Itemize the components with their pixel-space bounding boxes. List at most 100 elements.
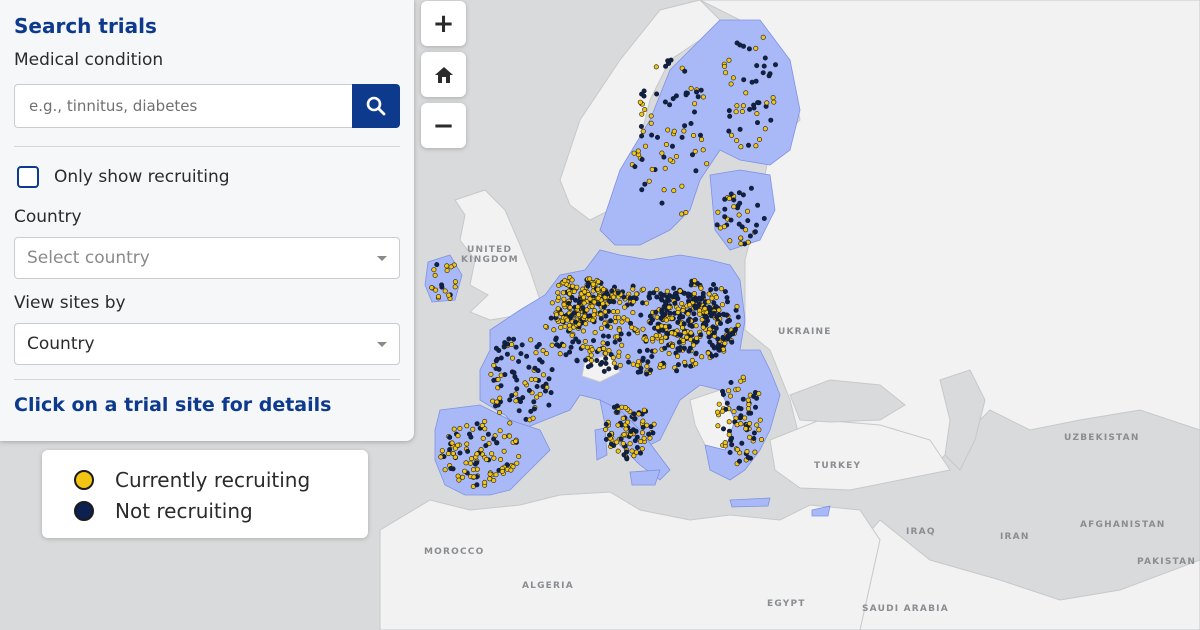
trial-site-marker[interactable] bbox=[553, 337, 559, 343]
trial-site-marker[interactable] bbox=[648, 113, 654, 119]
home-button[interactable] bbox=[421, 52, 466, 97]
trial-site-marker[interactable] bbox=[738, 241, 744, 247]
trial-site-marker[interactable] bbox=[472, 461, 478, 467]
trial-site-marker[interactable] bbox=[448, 264, 454, 270]
trial-site-marker[interactable] bbox=[746, 410, 752, 416]
trial-site-marker[interactable] bbox=[744, 448, 750, 454]
trial-site-marker[interactable] bbox=[627, 295, 633, 301]
trial-site-marker[interactable] bbox=[464, 423, 470, 429]
trial-site-marker[interactable] bbox=[644, 363, 650, 369]
trial-site-marker[interactable] bbox=[637, 348, 643, 354]
trial-site-marker[interactable] bbox=[640, 128, 646, 134]
trial-site-marker[interactable] bbox=[675, 319, 681, 325]
trial-site-marker[interactable] bbox=[623, 405, 629, 411]
trial-site-marker[interactable] bbox=[727, 113, 733, 119]
trial-site-marker[interactable] bbox=[698, 332, 704, 338]
trial-site-marker[interactable] bbox=[649, 166, 655, 172]
trial-site-marker[interactable] bbox=[561, 302, 567, 308]
trial-site-marker[interactable] bbox=[705, 350, 711, 356]
trial-site-marker[interactable] bbox=[451, 426, 457, 432]
trial-site-marker[interactable] bbox=[662, 99, 668, 105]
trial-site-marker[interactable] bbox=[634, 444, 640, 450]
trial-site-marker[interactable] bbox=[674, 294, 680, 300]
trial-site-marker[interactable] bbox=[455, 442, 461, 448]
trial-site-marker[interactable] bbox=[595, 295, 601, 301]
trial-site-marker[interactable] bbox=[679, 301, 685, 307]
trial-site-marker[interactable] bbox=[645, 359, 651, 365]
trial-site-marker[interactable] bbox=[474, 451, 480, 457]
trial-site-marker[interactable] bbox=[648, 120, 654, 126]
trial-site-marker[interactable] bbox=[644, 347, 650, 353]
trial-site-marker[interactable] bbox=[691, 133, 697, 139]
trial-site-marker[interactable] bbox=[720, 391, 726, 397]
trial-site-marker[interactable] bbox=[722, 440, 728, 446]
trial-site-marker[interactable] bbox=[698, 285, 704, 291]
trial-site-marker[interactable] bbox=[497, 409, 503, 415]
trial-site-marker[interactable] bbox=[685, 311, 691, 317]
trial-site-marker[interactable] bbox=[646, 295, 652, 301]
trial-site-marker[interactable] bbox=[583, 321, 589, 327]
trial-site-marker[interactable] bbox=[702, 306, 708, 312]
trial-site-marker[interactable] bbox=[497, 395, 503, 401]
trial-site-marker[interactable] bbox=[463, 460, 469, 466]
trial-site-marker[interactable] bbox=[483, 456, 489, 462]
trial-site-marker[interactable] bbox=[568, 313, 574, 319]
trial-site-marker[interactable] bbox=[516, 358, 522, 364]
trial-site-marker[interactable] bbox=[492, 403, 498, 409]
trial-site-marker[interactable] bbox=[591, 299, 597, 305]
medical-condition-input[interactable] bbox=[14, 84, 352, 128]
trial-site-marker[interactable] bbox=[644, 300, 650, 306]
trial-site-marker[interactable] bbox=[693, 168, 699, 174]
trial-site-marker[interactable] bbox=[689, 357, 695, 363]
trial-site-marker[interactable] bbox=[667, 102, 673, 108]
trial-site-marker[interactable] bbox=[652, 348, 658, 354]
trial-site-marker[interactable] bbox=[644, 371, 650, 377]
trial-site-marker[interactable] bbox=[543, 323, 549, 329]
trial-site-marker[interactable] bbox=[752, 404, 758, 410]
trial-site-marker[interactable] bbox=[754, 395, 760, 401]
trial-site-marker[interactable] bbox=[447, 434, 453, 440]
trial-site-marker[interactable] bbox=[602, 426, 608, 432]
trial-site-marker[interactable] bbox=[442, 467, 448, 473]
trial-site-marker[interactable] bbox=[518, 351, 524, 357]
trial-site-marker[interactable] bbox=[679, 134, 685, 140]
trial-site-marker[interactable] bbox=[633, 449, 639, 455]
trial-site-marker[interactable] bbox=[460, 474, 466, 480]
trial-site-marker[interactable] bbox=[607, 298, 613, 304]
trial-site-marker[interactable] bbox=[713, 294, 719, 300]
trial-site-marker[interactable] bbox=[713, 286, 719, 292]
trial-site-marker[interactable] bbox=[639, 157, 645, 163]
trial-site-marker[interactable] bbox=[620, 440, 626, 446]
trial-site-marker[interactable] bbox=[587, 296, 593, 302]
trial-site-marker[interactable] bbox=[569, 332, 575, 338]
trial-site-marker[interactable] bbox=[705, 299, 711, 305]
trial-site-marker[interactable] bbox=[692, 101, 698, 107]
trial-site-marker[interactable] bbox=[716, 312, 722, 318]
trial-site-marker[interactable] bbox=[754, 111, 760, 117]
trial-site-marker[interactable] bbox=[713, 325, 719, 331]
trial-site-marker[interactable] bbox=[685, 318, 691, 324]
trial-site-marker[interactable] bbox=[699, 137, 705, 143]
trial-site-marker[interactable] bbox=[558, 324, 564, 330]
trial-site-marker[interactable] bbox=[514, 460, 520, 466]
trial-site-marker[interactable] bbox=[516, 453, 522, 459]
trial-site-marker[interactable] bbox=[631, 150, 637, 156]
trial-site-marker[interactable] bbox=[752, 449, 758, 455]
trial-site-marker[interactable] bbox=[739, 440, 745, 446]
trial-site-marker[interactable] bbox=[663, 142, 669, 148]
trial-site-marker[interactable] bbox=[432, 272, 438, 278]
trial-site-marker[interactable] bbox=[540, 384, 546, 390]
trial-site-marker[interactable] bbox=[561, 296, 567, 302]
trial-site-marker[interactable] bbox=[605, 340, 611, 346]
trial-site-marker[interactable] bbox=[457, 450, 463, 456]
trial-site-marker[interactable] bbox=[753, 222, 759, 228]
trial-site-marker[interactable] bbox=[662, 345, 668, 351]
trial-site-marker[interactable] bbox=[433, 287, 439, 293]
trial-site-marker[interactable] bbox=[660, 327, 666, 333]
trial-site-marker[interactable] bbox=[571, 288, 577, 294]
trial-site-marker[interactable] bbox=[757, 417, 763, 423]
trial-site-marker[interactable] bbox=[753, 78, 759, 84]
trial-site-marker[interactable] bbox=[658, 295, 664, 301]
trial-site-marker[interactable] bbox=[677, 332, 683, 338]
trial-site-marker[interactable] bbox=[719, 408, 725, 414]
